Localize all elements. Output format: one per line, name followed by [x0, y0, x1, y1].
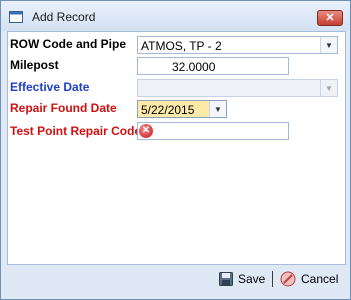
- milepost-label: Milepost: [10, 58, 59, 72]
- window-icon: [9, 11, 23, 23]
- repair-found-date-label: Repair Found Date: [10, 101, 117, 115]
- chevron-down-icon[interactable]: ▼: [320, 37, 337, 53]
- floppy-disk-icon: [219, 272, 233, 286]
- effective-date-label: Effective Date: [10, 80, 90, 94]
- close-button[interactable]: ✕: [317, 10, 343, 26]
- effective-date-dropdown[interactable]: ▼: [137, 79, 338, 97]
- error-icon: ✕: [139, 124, 153, 138]
- cancel-button[interactable]: Cancel: [280, 269, 338, 289]
- button-divider: [272, 271, 273, 287]
- chevron-down-icon[interactable]: ▼: [320, 80, 337, 96]
- row-code-dropdown[interactable]: ATMOS, TP - 2 ▼: [137, 36, 338, 54]
- repair-found-date-value: 5/22/2015: [141, 103, 195, 117]
- form-panel: ROW Code and Pipe ATMOS, TP - 2 ▼ Milepo…: [7, 31, 346, 265]
- cancel-label: Cancel: [301, 272, 339, 286]
- chevron-down-icon[interactable]: ▼: [209, 101, 226, 117]
- title-bar[interactable]: Add Record ✕: [1, 1, 350, 31]
- repair-found-date-picker[interactable]: 5/22/2015 ▼: [137, 100, 227, 118]
- save-label: Save: [238, 272, 266, 286]
- row-code-value: ATMOS, TP - 2: [141, 39, 222, 53]
- dialog-footer: Save Cancel: [7, 264, 344, 294]
- milepost-value: 32.0000: [172, 60, 216, 74]
- close-icon: ✕: [325, 12, 335, 24]
- window-title: Add Record: [32, 10, 96, 24]
- milepost-field[interactable]: 32.0000: [137, 57, 289, 75]
- test-point-repair-code-label: Test Point Repair Code: [10, 124, 142, 138]
- save-button[interactable]: Save: [219, 269, 265, 289]
- test-point-repair-code-field[interactable]: ✕: [137, 122, 289, 140]
- row-code-label: ROW Code and Pipe: [10, 37, 127, 51]
- cancel-icon: [280, 271, 296, 287]
- add-record-dialog: Add Record ✕ ROW Code and Pipe ATMOS, TP…: [0, 0, 351, 300]
